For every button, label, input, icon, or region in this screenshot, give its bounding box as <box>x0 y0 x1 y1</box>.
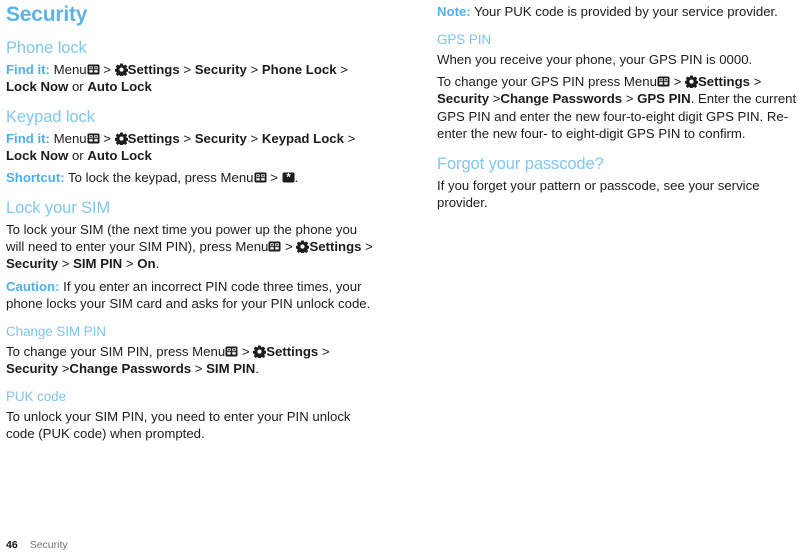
gps-pin-change-body: To change your GPS PIN press Menu > Sett… <box>437 68 805 142</box>
path-sim-pin: SIM PIN <box>73 256 123 272</box>
separator-gt: > <box>340 61 348 77</box>
shortcut-period: . <box>294 170 299 186</box>
separator-gt: > <box>321 343 330 359</box>
path-security: Security <box>194 130 247 146</box>
note-text: Your PUK code is provided by your servic… <box>474 4 778 19</box>
path-change-passwords: Change Passwords <box>500 91 623 107</box>
gear-icon <box>253 345 267 358</box>
path-security: Security <box>6 361 59 377</box>
separator-gt: > <box>285 239 293 255</box>
separator-gt: > <box>241 343 250 359</box>
path-security: Security <box>6 256 59 272</box>
separator-gt: > <box>753 74 762 90</box>
change-sim-pin-body: To change your SIM PIN, press Menu > Set… <box>6 341 378 377</box>
lock-your-sim-body: To lock your SIM (the next time you powe… <box>6 219 378 273</box>
phone-lock-find-it: Find it: Menu > Settings > Security > Ph… <box>6 59 378 95</box>
path-change-passwords: Change Passwords <box>69 361 192 377</box>
path-settings: Settings <box>127 130 180 146</box>
footer-page-number: 46 <box>6 539 18 551</box>
menu-word: Menu <box>53 130 87 146</box>
path-sim-pin: SIM PIN <box>206 361 256 377</box>
trailing-period: . <box>155 256 160 272</box>
heading-lock-your-sim: Lock your SIM <box>6 199 111 218</box>
keypad-lock-find-it: Find it: Menu > Settings > Security > Ke… <box>6 128 378 164</box>
separator-gt: > <box>183 130 192 146</box>
note-label: Note: <box>437 4 471 19</box>
heading-change-sim-pin: Change SIM PIN <box>6 324 106 339</box>
right-column: Note: Your PUK code is provided by your … <box>437 0 805 211</box>
trailing-period: . <box>255 361 259 377</box>
menu-key-icon <box>657 75 670 88</box>
separator-gt: > <box>625 91 634 107</box>
path-keypad-lock: Keypad Lock <box>261 130 344 146</box>
separator-gt: > <box>250 130 259 146</box>
gear-icon <box>114 132 128 145</box>
gps-pin-change-intro: To change your GPS PIN press Menu <box>437 74 657 90</box>
menu-key-icon <box>254 171 267 184</box>
left-column: Security Phone lock Find it: Menu > Sett… <box>6 0 378 443</box>
separator-gt: > <box>347 130 356 146</box>
path-lock-now: Lock Now <box>6 78 69 94</box>
path-gps-pin: GPS PIN <box>637 91 691 107</box>
page-title: Security <box>6 3 88 26</box>
shortcut-label: Shortcut: <box>6 170 65 186</box>
path-settings: Settings <box>697 74 750 90</box>
forgot-passcode-body: If you forget your pattern or passcode, … <box>437 177 760 210</box>
menu-key-icon <box>225 345 238 358</box>
manual-page: Security Phone lock Find it: Menu > Sett… <box>0 0 805 558</box>
shortcut-text: To lock the keypad, press Menu <box>68 170 254 186</box>
caution-text: If you enter an incorrect PIN code three… <box>6 278 371 311</box>
caution-label: Caution: <box>6 278 60 294</box>
separator-gt: > <box>183 61 192 77</box>
separator-gt: > <box>61 256 70 272</box>
gear-icon <box>296 240 310 254</box>
path-auto-lock: Auto Lock <box>87 147 152 163</box>
heading-forgot-passcode: Forgot your passcode? <box>437 155 604 174</box>
find-it-label: Find it: <box>6 130 50 146</box>
separator-gt: > <box>673 74 682 90</box>
separator-gt: > <box>103 130 111 146</box>
page-footer: 46 Security <box>6 538 68 552</box>
path-auto-lock: Auto Lock <box>87 78 152 94</box>
path-settings: Settings <box>127 61 180 77</box>
separator-gt: > <box>103 61 111 77</box>
keypad-lock-shortcut: Shortcut: To lock the keypad, press Menu… <box>6 164 378 186</box>
separator-gt: > <box>365 239 373 255</box>
heading-phone-lock: Phone lock <box>6 39 87 58</box>
path-or: or <box>71 78 84 94</box>
separator-gt: > <box>194 361 203 377</box>
separator-gt: > <box>125 256 134 272</box>
menu-key-icon <box>87 63 100 76</box>
menu-key-icon <box>268 240 281 253</box>
path-security: Security <box>437 91 490 107</box>
gps-pin-intro: When you receive your phone, your GPS PI… <box>437 52 753 68</box>
note-paragraph: Note: Your PUK code is provided by your … <box>437 0 805 20</box>
menu-key-icon <box>87 132 100 145</box>
heading-puk-code: PUK code <box>6 389 66 405</box>
separator-gt: > <box>270 170 278 186</box>
path-phone-lock: Phone Lock <box>261 61 337 77</box>
menu-word: Menu <box>53 61 87 77</box>
path-settings: Settings <box>266 343 319 359</box>
gear-icon <box>684 75 698 89</box>
lock-your-sim-caution: Caution: If you enter an incorrect PIN c… <box>6 273 378 312</box>
star-key-icon: * <box>282 171 295 184</box>
gear-icon <box>114 63 128 76</box>
change-sim-pin-intro: To change your SIM PIN, press Menu <box>6 343 226 359</box>
path-settings: Settings <box>309 239 362 255</box>
heading-gps-pin: GPS PIN <box>437 32 492 48</box>
separator-gt: > <box>250 61 259 77</box>
puk-code-body: To unlock your SIM PIN, you need to ente… <box>6 409 351 442</box>
path-on: On <box>137 256 156 272</box>
footer-section: Security <box>29 539 68 551</box>
find-it-label: Find it: <box>6 61 50 77</box>
svg-text:*: * <box>286 172 291 184</box>
heading-keypad-lock: Keypad lock <box>6 108 95 127</box>
path-or: or <box>71 147 84 163</box>
path-security: Security <box>194 61 247 77</box>
path-lock-now: Lock Now <box>6 147 69 163</box>
